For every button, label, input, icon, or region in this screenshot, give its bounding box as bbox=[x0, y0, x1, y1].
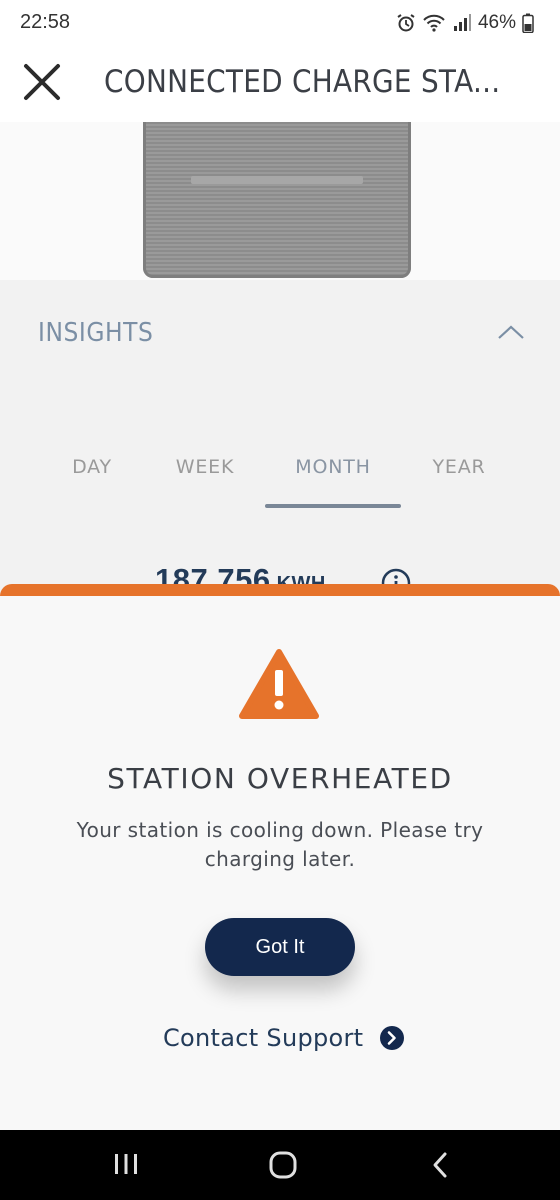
got-it-button[interactable]: Got It bbox=[205, 918, 355, 976]
back-icon[interactable] bbox=[428, 1150, 452, 1180]
battery-icon bbox=[522, 13, 534, 33]
tab-year[interactable]: YEAR bbox=[420, 456, 498, 478]
close-icon[interactable] bbox=[22, 62, 62, 102]
status-bar: 22:58 46% bbox=[0, 0, 560, 46]
chevron-up-icon[interactable] bbox=[496, 322, 526, 342]
page-title: CONNECTED CHARGE STA... bbox=[104, 64, 501, 100]
home-icon[interactable] bbox=[268, 1150, 298, 1180]
app-header: CONNECTED CHARGE STA... bbox=[0, 46, 560, 122]
overheat-modal: STATION OVERHEATED Your station is cooli… bbox=[0, 584, 560, 1130]
alarm-icon bbox=[397, 14, 415, 32]
charger-image bbox=[0, 122, 560, 280]
charger-slot bbox=[191, 176, 363, 184]
recents-icon[interactable] bbox=[112, 1150, 140, 1180]
tab-underline bbox=[265, 504, 401, 508]
modal-message: Your station is cooling down. Please try… bbox=[76, 818, 484, 871]
tab-day[interactable]: DAY bbox=[52, 456, 132, 478]
charger-body bbox=[143, 122, 411, 278]
modal-title: STATION OVERHEATED bbox=[107, 762, 453, 795]
contact-support-label: Contact Support bbox=[163, 1024, 364, 1052]
system-nav-bar bbox=[0, 1130, 560, 1200]
contact-support-link[interactable]: Contact Support bbox=[163, 1024, 405, 1052]
tab-month[interactable]: MONTH bbox=[266, 456, 400, 478]
arrow-right-circle-icon bbox=[380, 1026, 405, 1050]
tab-week[interactable]: WEEK bbox=[164, 456, 246, 478]
signal-icon bbox=[453, 14, 471, 31]
battery-percent: 46% bbox=[477, 12, 516, 33]
status-icons: 46% bbox=[396, 12, 534, 34]
insights-heading: INSIGHTS bbox=[38, 318, 154, 348]
status-time: 22:58 bbox=[20, 11, 71, 33]
period-tabs: DAY WEEK MONTH YEAR bbox=[0, 456, 560, 496]
wifi-icon bbox=[423, 14, 445, 32]
warning-icon bbox=[239, 649, 319, 719]
